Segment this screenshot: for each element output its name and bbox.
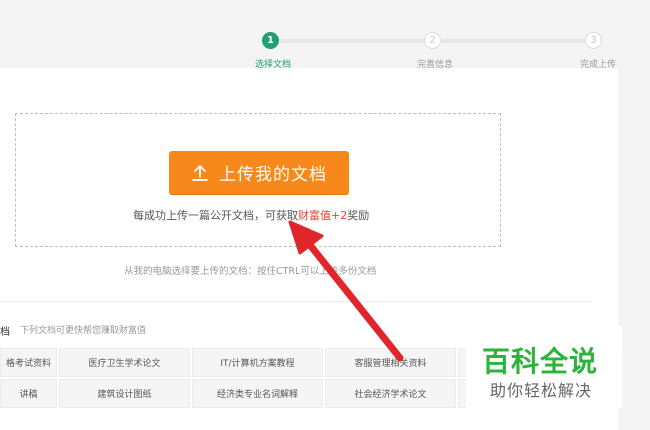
- step-connector: [0, 39, 262, 43]
- watermark-title: 百科全说: [482, 345, 599, 378]
- watermark-subtitle: 助你轻松解决: [490, 381, 593, 400]
- step-3-badge: 3: [585, 32, 602, 49]
- tag-item[interactable]: 经济类专业名词解释: [192, 379, 323, 408]
- step-2-label: 完善信息: [417, 60, 454, 70]
- section-divider: [0, 301, 592, 302]
- step-connector: [441, 39, 586, 43]
- step-connector: [280, 39, 425, 43]
- tag-item[interactable]: 客服管理相关资料: [325, 348, 456, 377]
- suggest-subtitle: 下列文档可更快帮您赚取财富值: [20, 326, 147, 336]
- tag-item[interactable]: 医疗卫生学术论文: [59, 348, 190, 377]
- upload-icon: [191, 164, 209, 182]
- step-3-label: 完成上传: [580, 60, 617, 70]
- step-1-badge: 1: [262, 32, 279, 49]
- tag-item[interactable]: 格考试资料: [0, 348, 57, 377]
- upload-document-button[interactable]: 上传我的文档: [169, 151, 349, 194]
- step-progress: 1 2 3 选择文档 完善信息 完成上传: [0, 0, 650, 70]
- tag-item[interactable]: 讲稿: [0, 379, 57, 408]
- upload-hint: 从我的电脑选择要上传的文档：按住CTRL可以上传多份文档: [124, 266, 377, 277]
- tag-item[interactable]: 社会经济学术论文: [325, 379, 456, 408]
- reward-suffix: 奖励: [347, 209, 370, 222]
- reward-prefix: 每成功上传一篇公开文档，可获取: [133, 209, 298, 222]
- reward-highlight: 财富值+2: [298, 209, 348, 222]
- step-1-label: 选择文档: [255, 60, 292, 70]
- tag-item[interactable]: 建筑设计图纸: [59, 379, 190, 408]
- upload-button-label: 上传我的文档: [219, 165, 327, 185]
- tag-item[interactable]: IT/计算机方案教程: [192, 348, 323, 377]
- step-2-badge: 2: [424, 32, 441, 49]
- suggest-title: 档: [0, 327, 10, 338]
